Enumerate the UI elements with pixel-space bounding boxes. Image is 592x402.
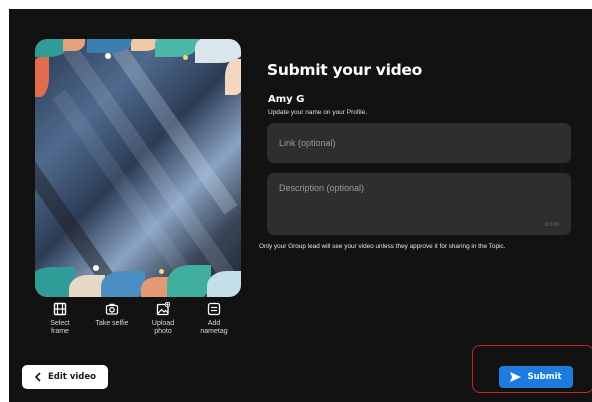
video-preview[interactable] <box>35 39 241 297</box>
frame-leaf-decoration <box>101 271 145 297</box>
tool-label: Add nametag <box>200 320 228 335</box>
frame-leaf-decoration <box>167 265 211 297</box>
frame-dot-decoration <box>183 55 188 60</box>
frame-leaf-decoration <box>207 271 241 297</box>
frame-leaf-decoration <box>35 57 49 97</box>
edit-video-label: Edit video <box>48 372 96 382</box>
tool-label: Take selfie <box>95 320 129 327</box>
edit-video-button[interactable]: Edit video <box>22 365 108 389</box>
user-name: Amy G <box>268 94 305 105</box>
tool-label: Select frame <box>50 320 70 335</box>
frame-leaf-decoration <box>155 39 199 57</box>
frame-dot-decoration <box>93 265 99 271</box>
page-title: Submit your video <box>267 61 422 79</box>
description-input[interactable] <box>267 173 571 235</box>
take-selfie-button[interactable]: Take selfie <box>90 302 134 328</box>
film-icon <box>53 302 67 316</box>
submit-button[interactable]: Submit <box>499 366 573 388</box>
frame-dot-decoration <box>105 53 111 59</box>
privacy-note: Only your Group lead will see your video… <box>259 243 506 250</box>
chevron-left-icon <box>34 372 41 382</box>
select-frame-button[interactable]: Select frame <box>38 302 82 336</box>
character-count: 0/100 <box>545 222 559 228</box>
upload-photo-button[interactable]: Upload photo <box>141 302 185 336</box>
submit-label: Submit <box>527 372 562 382</box>
image-add-icon <box>156 302 170 316</box>
frame-leaf-decoration <box>63 39 85 51</box>
add-nametag-button[interactable]: Add nametag <box>192 302 236 336</box>
link-input[interactable] <box>267 123 571 163</box>
frame-leaf-decoration <box>225 59 241 95</box>
send-icon <box>510 372 522 382</box>
nametag-icon <box>207 302 221 316</box>
camera-icon <box>105 303 119 315</box>
profile-hint: Update your name on your Profile. <box>268 109 367 116</box>
tool-label: Upload photo <box>151 320 175 335</box>
frame-leaf-decoration <box>69 275 105 297</box>
frame-dot-decoration <box>159 269 164 274</box>
